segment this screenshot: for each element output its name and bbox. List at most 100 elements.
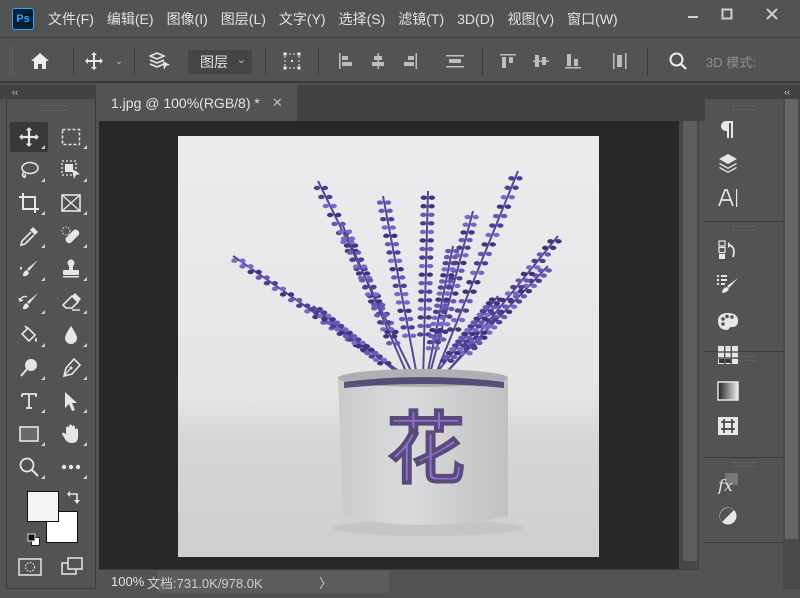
character-panel-button[interactable]	[714, 185, 742, 211]
adjustments-icon	[719, 507, 737, 525]
frame-tool[interactable]	[52, 188, 90, 218]
tab-close-icon[interactable]: ✕	[272, 95, 283, 111]
default-colors-button[interactable]	[27, 533, 41, 547]
auto-select-toggle[interactable]	[148, 49, 172, 73]
canvas-scrollbar-thumb[interactable]	[683, 121, 697, 561]
foreground-color-swatch[interactable]	[27, 491, 59, 522]
search-button[interactable]	[666, 49, 690, 73]
dodge-tool[interactable]	[10, 353, 48, 383]
paragraph-panel-button[interactable]	[714, 116, 742, 142]
menu-view[interactable]: 视图(V)	[507, 9, 554, 29]
auto-select-dropdown[interactable]: 图层 ⌄	[188, 50, 252, 74]
lavender-bud	[425, 346, 432, 351]
status-menu-arrow[interactable]: 〉	[319, 573, 332, 592]
align-top-button[interactable]	[498, 49, 518, 73]
zoom-tool[interactable]	[10, 452, 48, 482]
toolbar-collapse-button[interactable]: ‹‹	[0, 85, 96, 99]
swatches-panel-button[interactable]	[714, 308, 742, 334]
lavender-bud	[497, 223, 504, 228]
object-selection-tool[interactable]	[52, 155, 90, 185]
lavender-bud	[484, 312, 491, 318]
patterns-panel-button[interactable]	[714, 413, 742, 439]
healing-brush-tool[interactable]	[52, 221, 90, 251]
zoom-level[interactable]: 100%	[111, 574, 144, 589]
home-button[interactable]	[28, 49, 52, 73]
screen-mode-button[interactable]	[60, 556, 86, 578]
align-bottom-button[interactable]	[563, 49, 583, 73]
document-image[interactable]: 花	[178, 136, 599, 557]
lasso-tool[interactable]	[10, 155, 48, 185]
move-tool-preset[interactable]	[82, 49, 106, 73]
menu-select[interactable]: 选择(S)	[339, 9, 386, 29]
adjustments-panel-button[interactable]	[714, 503, 742, 529]
marquee-tool[interactable]	[52, 122, 90, 152]
align-left-button[interactable]	[336, 49, 356, 73]
lavender-bud	[419, 221, 427, 226]
lavender-bud	[473, 316, 480, 321]
panel-dock-scrollbar-thumb[interactable]	[785, 99, 798, 539]
eraser-tool[interactable]	[52, 287, 90, 317]
lavender-bud	[364, 292, 372, 297]
rectangle-tool[interactable]	[10, 419, 48, 449]
align-vcenter-button[interactable]	[531, 49, 551, 73]
menu-type[interactable]: 文字(Y)	[279, 9, 326, 29]
panels-collapse-button[interactable]: ‹‹	[705, 85, 800, 99]
hand-tool[interactable]	[52, 419, 90, 449]
move-tool[interactable]	[10, 122, 48, 152]
maximize-button[interactable]	[710, 0, 744, 28]
preset-dropdown-chevron[interactable]: ⌄	[112, 49, 126, 73]
crop-tool[interactable]	[10, 188, 48, 218]
lavender-bud	[337, 229, 345, 234]
brush-settings-panel-button[interactable]	[714, 271, 742, 297]
layers-panel-button[interactable]	[714, 150, 742, 176]
type-tool[interactable]	[10, 386, 48, 416]
document-tab[interactable]: 1.jpg @ 100%(RGB/8) * ✕	[99, 85, 297, 121]
panel-group-grip[interactable]	[733, 105, 755, 110]
menu-window[interactable]: 窗口(W)	[567, 9, 618, 29]
lavender-bud	[491, 317, 498, 322]
swatches-grid-panel-button[interactable]	[714, 342, 742, 368]
align-hcenter-button[interactable]	[368, 49, 388, 73]
lavender-bud	[287, 292, 295, 297]
align-right-button[interactable]	[400, 49, 420, 73]
blur-tool[interactable]	[52, 320, 90, 350]
lavender-bud	[516, 176, 523, 181]
options-bar-grip[interactable]	[9, 47, 13, 75]
close-button[interactable]	[744, 0, 800, 28]
clone-stamp-tool[interactable]	[52, 254, 90, 284]
eyedropper-tool[interactable]	[10, 221, 48, 251]
panel-group-grip[interactable]	[733, 462, 755, 467]
history-brush-tool[interactable]	[10, 287, 48, 317]
character-icon	[718, 189, 738, 207]
path-selection-tool[interactable]	[52, 386, 90, 416]
lavender-bud	[474, 280, 481, 285]
menu-edit[interactable]: 编辑(E)	[107, 9, 154, 29]
distribute-horizontal-button[interactable]	[444, 49, 466, 73]
lavender-bud	[490, 305, 498, 310]
history-panel-button[interactable]	[714, 237, 742, 263]
swap-colors-button[interactable]	[66, 490, 82, 506]
lavender-bud	[450, 317, 458, 323]
menu-layer[interactable]: 图层(L)	[221, 9, 266, 29]
quick-mask-button[interactable]	[18, 558, 42, 576]
pen-tool[interactable]	[52, 353, 90, 383]
panel-group-grip[interactable]	[733, 226, 755, 231]
paint-bucket-tool[interactable]	[10, 320, 48, 350]
menu-filter[interactable]: 滤镜(T)	[398, 9, 444, 29]
lavender-bud	[405, 308, 412, 313]
menu-file[interactable]: 文件(F)	[48, 9, 94, 29]
lavender-bud	[485, 251, 493, 257]
styles-panel-button[interactable]: fx	[714, 470, 742, 496]
menu-image[interactable]: 图像(I)	[167, 9, 208, 29]
menu-3d[interactable]: 3D(D)	[457, 11, 494, 27]
grid-swatches-icon	[718, 346, 738, 364]
brush-tool[interactable]	[10, 254, 48, 284]
toolbar-grip[interactable]	[41, 105, 67, 111]
lavender-bud	[443, 297, 450, 302]
distribute-vertical-button[interactable]	[610, 49, 630, 73]
minimize-button[interactable]	[676, 0, 710, 28]
gradients-panel-button[interactable]	[714, 378, 742, 404]
edit-toolbar-button[interactable]	[52, 452, 90, 482]
transform-controls-toggle[interactable]	[280, 49, 304, 73]
lavender-bud	[326, 212, 334, 218]
